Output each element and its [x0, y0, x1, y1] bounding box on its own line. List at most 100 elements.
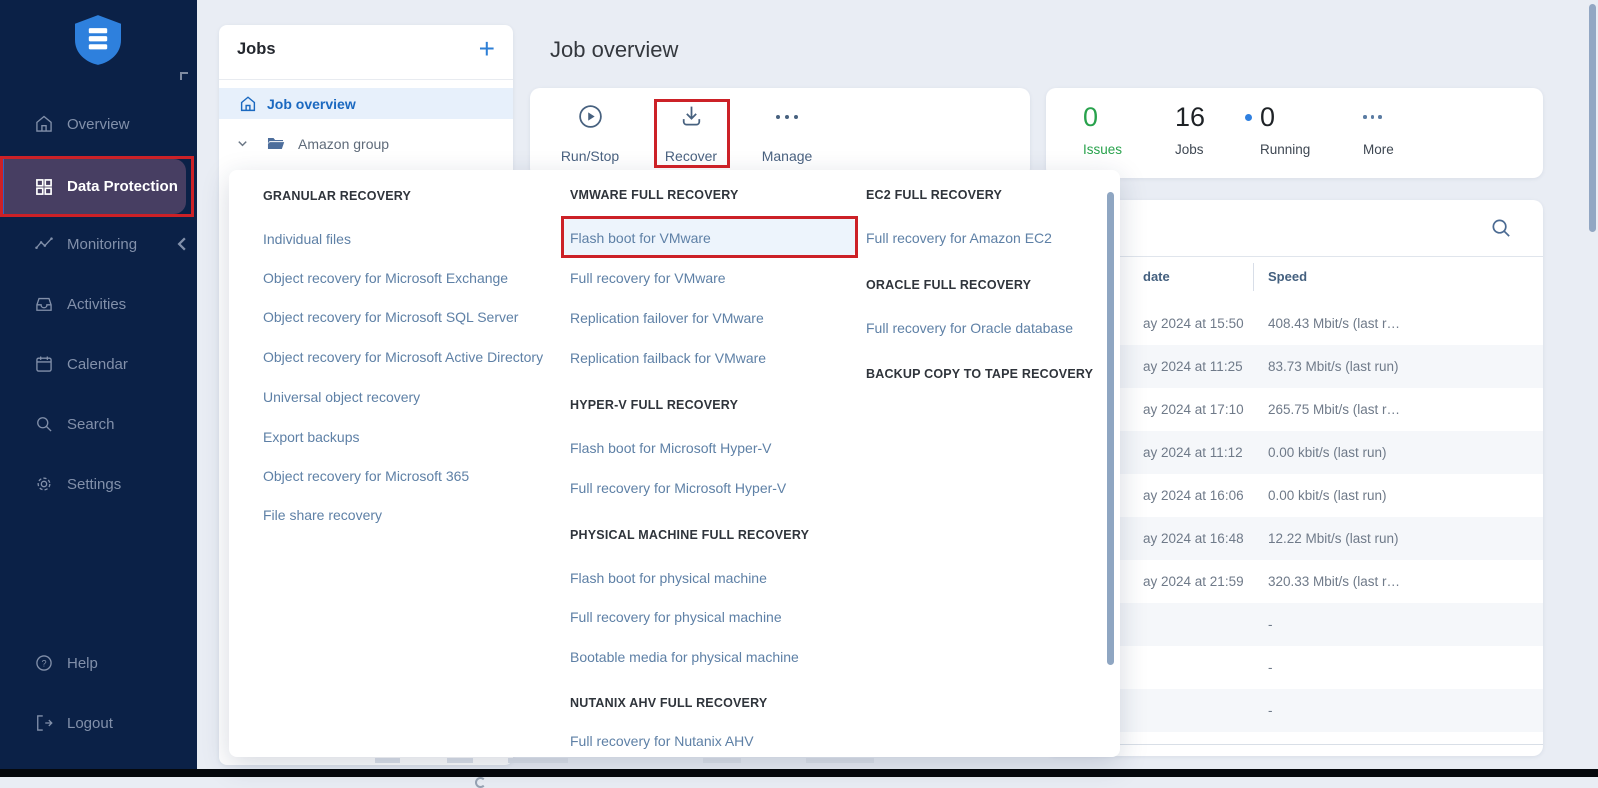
chevron-left-icon[interactable] — [172, 234, 192, 254]
menu-item-flash-boot-vmware[interactable]: Flash boot for VMware — [570, 229, 711, 247]
divider — [219, 79, 513, 80]
sidebar-item-help[interactable]: ? Help — [0, 646, 197, 680]
sidebar: Overview Data Protection Monitoring Acti… — [0, 0, 197, 777]
occluded-row-sliver — [508, 758, 568, 763]
inbox-icon — [34, 294, 54, 314]
jobs-panel-title: Jobs — [237, 40, 276, 59]
sidebar-item-label: Search — [67, 416, 115, 433]
menu-item[interactable]: Full recovery for Amazon EC2 — [866, 229, 1052, 247]
menu-item[interactable]: Flash boot for Microsoft Hyper-V — [570, 439, 772, 457]
table-row[interactable]: - — [1046, 646, 1543, 689]
table-row[interactable]: - — [1046, 603, 1543, 646]
menu-item[interactable]: Export backups — [263, 428, 360, 446]
menu-section-header: EC2 FULL RECOVERY — [866, 186, 1002, 204]
sidebar-item-label: Monitoring — [67, 236, 137, 253]
table-row[interactable]: ay 2024 at 16:06 0.00 kbit/s (last run) — [1046, 474, 1543, 517]
table-row[interactable]: ay 2024 at 17:10 265.75 Mbit/s (last r… — [1046, 388, 1543, 431]
sidebar-item-data-protection[interactable]: Data Protection — [0, 159, 186, 214]
grid-icon — [34, 177, 54, 197]
jobs-table-card: date Speed ay 2024 at 15:50 408.43 Mbit/… — [1046, 200, 1543, 756]
panel-collapse-handle[interactable] — [180, 72, 188, 80]
jobs-item-amazon-group[interactable]: Amazon group — [219, 128, 513, 159]
gear-icon — [34, 474, 54, 494]
sidebar-item-monitoring[interactable]: Monitoring — [0, 227, 197, 261]
cell-speed: 0.00 kbit/s (last run) — [1268, 431, 1387, 474]
table-row[interactable]: ay 2024 at 15:50 408.43 Mbit/s (last r… — [1046, 302, 1543, 345]
table-search-row — [1046, 200, 1543, 257]
menu-item[interactable]: Full recovery for Nutanix AHV — [570, 732, 754, 750]
menu-section-header: NUTANIX AHV FULL RECOVERY — [570, 694, 767, 712]
table-row[interactable]: ay 2024 at 16:48 12.22 Mbit/s (last run) — [1046, 517, 1543, 560]
menu-section-header: VMWARE FULL RECOVERY — [570, 186, 739, 204]
sidebar-item-label: Overview — [67, 116, 130, 133]
menu-item[interactable]: Individual files — [263, 230, 351, 248]
sidebar-item-settings[interactable]: Settings — [0, 467, 197, 501]
svg-text:?: ? — [41, 658, 46, 668]
run-stop-button[interactable]: Run/Stop — [548, 103, 632, 164]
cell-speed: 320.33 Mbit/s (last r… — [1268, 560, 1400, 603]
run-stop-label: Run/Stop — [561, 148, 619, 164]
dropdown-scrollbar-thumb[interactable] — [1107, 192, 1114, 665]
download-recover-icon — [678, 103, 705, 130]
cell-date: ay 2024 at 17:10 — [1143, 388, 1244, 431]
column-header-speed[interactable]: Speed — [1268, 269, 1307, 284]
cell-speed: 265.75 Mbit/s (last r… — [1268, 388, 1400, 431]
menu-item[interactable]: Universal object recovery — [263, 388, 420, 406]
menu-item[interactable]: Flash boot for physical machine — [570, 569, 767, 587]
menu-item[interactable]: Object recovery for Microsoft SQL Server — [263, 308, 518, 326]
table-row[interactable]: ay 2024 at 21:59 320.33 Mbit/s (last r… — [1046, 560, 1543, 603]
sidebar-item-logout[interactable]: Logout — [0, 706, 197, 740]
occluded-row-sliver — [703, 758, 741, 763]
app-shield-logo — [75, 15, 121, 65]
search-icon[interactable] — [1490, 217, 1513, 240]
menu-item[interactable]: Bootable media for physical machine — [570, 648, 799, 666]
page-title: Job overview — [550, 37, 678, 63]
sidebar-item-search[interactable]: Search — [0, 407, 197, 441]
menu-item[interactable]: Replication failover for VMware — [570, 309, 764, 327]
page-scrollbar-thumb[interactable] — [1589, 4, 1596, 232]
stat-jobs[interactable]: 16 Jobs — [1175, 102, 1205, 157]
cell-speed: 83.73 Mbit/s (last run) — [1268, 345, 1399, 388]
manage-button[interactable]: Manage — [745, 103, 829, 164]
cell-speed: 12.22 Mbit/s (last run) — [1268, 517, 1399, 560]
recover-button[interactable]: Recover — [649, 103, 733, 164]
stat-issues[interactable]: 0 Issues — [1083, 102, 1122, 157]
ellipsis-icon — [776, 103, 798, 130]
sidebar-item-label: Help — [67, 655, 98, 672]
menu-item[interactable]: Object recovery for Microsoft Exchange — [263, 269, 508, 287]
menu-item[interactable]: Object recovery for Microsoft 365 — [263, 467, 469, 485]
menu-item[interactable]: Full recovery for physical machine — [570, 608, 782, 626]
add-job-button[interactable]: + — [479, 31, 495, 67]
jobs-label: Jobs — [1175, 142, 1205, 157]
menu-section-header: ORACLE FULL RECOVERY — [866, 276, 1031, 294]
menu-item[interactable]: Full recovery for VMware — [570, 269, 726, 287]
cell-speed: - — [1268, 646, 1273, 689]
calendar-icon — [34, 354, 54, 374]
table-row[interactable]: ay 2024 at 11:25 83.73 Mbit/s (last run) — [1046, 345, 1543, 388]
chevron-down-icon[interactable] — [236, 137, 249, 150]
sidebar-item-activities[interactable]: Activities — [0, 287, 197, 321]
play-circle-icon — [577, 103, 604, 130]
jobs-item-label: Amazon group — [298, 136, 389, 152]
job-stats-card: 0 Issues 16 Jobs 0 Running More — [1046, 88, 1543, 178]
menu-item[interactable]: File share recovery — [263, 506, 382, 524]
menu-item[interactable]: Replication failback for VMware — [570, 349, 766, 367]
table-row[interactable]: - — [1046, 689, 1543, 732]
cell-speed: - — [1268, 603, 1273, 646]
sidebar-item-calendar[interactable]: Calendar — [0, 347, 197, 381]
stat-running[interactable]: 0 Running — [1260, 102, 1310, 157]
menu-item[interactable]: Full recovery for Microsoft Hyper-V — [570, 479, 786, 497]
stat-more[interactable]: More — [1363, 102, 1394, 157]
menu-item[interactable]: Object recovery for Microsoft Active Dir… — [263, 348, 543, 366]
home-icon — [34, 114, 54, 134]
cell-date: ay 2024 at 11:25 — [1143, 345, 1243, 388]
sidebar-item-label: Settings — [67, 476, 121, 493]
table-row[interactable]: ay 2024 at 11:12 0.00 kbit/s (last run) — [1046, 431, 1543, 474]
jobs-item-job-overview[interactable]: Job overview — [219, 88, 513, 119]
menu-item[interactable]: Full recovery for Oracle database — [866, 319, 1073, 337]
running-label: Running — [1260, 142, 1310, 157]
column-header-date[interactable]: date — [1143, 269, 1170, 284]
occluded-row-sliver — [375, 758, 400, 763]
manage-label: Manage — [762, 148, 813, 164]
sidebar-item-overview[interactable]: Overview — [0, 107, 197, 141]
